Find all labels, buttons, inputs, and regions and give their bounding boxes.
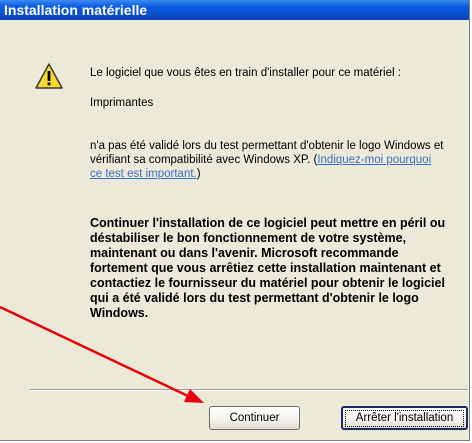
message-compatibility: n'a pas été validé lors du test permetta… — [90, 139, 446, 181]
warning-triangle-icon — [35, 63, 63, 89]
compatibility-text-end: ) — [196, 168, 201, 180]
stop-installation-button-label: Arrêter l'installation — [345, 410, 464, 427]
installation-dialog: Installation matérielle Le logiciel que … — [0, 0, 470, 441]
continue-button-label: Continuer — [229, 412, 280, 424]
warning-text: Continuer l'installation de ce logiciel … — [90, 216, 446, 320]
continue-button[interactable]: Continuer — [209, 406, 300, 430]
title-bar: Installation matérielle — [0, 0, 469, 20]
stop-installation-button[interactable]: Arrêter l'installation — [341, 406, 468, 430]
device-name: Imprimantes — [90, 97, 154, 109]
message-intro: Le logiciel que vous êtes en train d'ins… — [90, 67, 401, 79]
button-separator — [30, 389, 468, 391]
window-title: Installation matérielle — [4, 2, 148, 18]
